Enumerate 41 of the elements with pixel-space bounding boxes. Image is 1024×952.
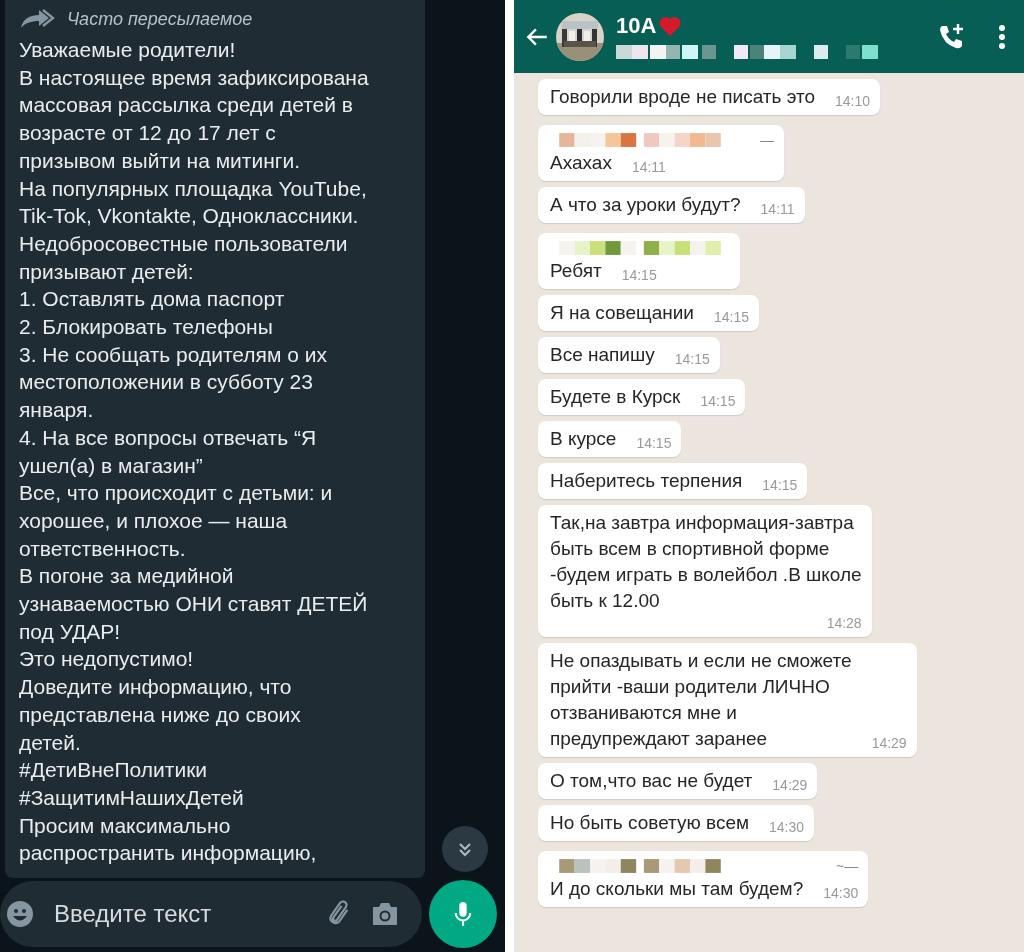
message-time: 14:11: [760, 200, 795, 218]
sender-mark: ~—: [836, 858, 859, 874]
message-text: О том,что вас не будет: [550, 769, 753, 793]
message-text: Все напишу: [550, 343, 655, 367]
message-time: 14:28: [825, 614, 862, 632]
message-text: Уважаемые родители! В настоящее время зафиксирована массовая рассылка среди детей в возрасте от 12 до 17 лет с призывом выйти на митинги. На популярных площадка YouTube, Tik-Tok, Vkontakte, Одноклассники. Недобросовестные пользователи призывают детей: 1. Оставлять дома паспорт 2. Блокировать телефоны 3. Не сообщать родителям о их местоположении в субботу 23 января. 4. На все вопросы отвечать “Я ушел(а) в магазин” Все, что происходит с детьми: и хорошее, и плохое — наша ответственность. В погоне за медийной узнаваемостью ОНИ ставят ДЕТЕЙ под УДАР! Это недопустимо! Доведите информацию, что представлена ниже до своих детей. #ДетиВнеПолитики #ЗащитимНашихДетей Просим максимально распространить информацию,: [19, 37, 370, 867]
menu-icon[interactable]: [998, 23, 1006, 50]
message-text: Так,на завтра информация-завтра быть всем в спортивной форме -будем играть в волейбол .В школе быть к 12.00: [550, 511, 862, 613]
message-time: 14:10: [835, 92, 871, 110]
sender-mark: —: [760, 132, 774, 148]
message-time: 14:30: [823, 884, 859, 902]
message-time: 14:15: [762, 476, 798, 494]
message-text: Ребят: [550, 259, 602, 283]
message-time: 14:15: [714, 308, 750, 326]
scroll-down-button[interactable]: [442, 826, 488, 872]
message-text: Ахахах: [550, 151, 612, 175]
forwarded-label: Часто пересылаемое: [67, 8, 253, 30]
message-text: Наберитесь терпения: [550, 469, 743, 493]
message-text: Я на совещании: [550, 301, 694, 325]
emoji-icon[interactable]: [6, 900, 34, 928]
message-time: 14:11: [631, 158, 666, 176]
message-text: В курсе: [550, 427, 617, 451]
camera-icon[interactable]: [370, 901, 400, 927]
message-time: 14:30: [769, 818, 805, 836]
message-text: Будете в Курск: [550, 385, 681, 409]
message-time: 14:29: [871, 734, 907, 752]
message-time: 14:15: [636, 434, 672, 452]
message-time: 14:15: [674, 350, 710, 368]
message-time: 14:29: [772, 776, 808, 794]
message-time: 14:15: [700, 392, 736, 410]
chat-title: 10А: [616, 12, 657, 39]
input-bar[interactable]: Введите текст: [0, 881, 422, 947]
message-text: Но быть советую всем: [550, 811, 750, 835]
message-text: Говорили вроде не писать это: [550, 85, 816, 109]
message-text: И до скольки мы там будем?: [550, 877, 804, 901]
message-input-field[interactable]: Введите текст: [52, 899, 312, 929]
message-time: 14:15: [621, 266, 657, 284]
message-text: А что за уроки будут?: [550, 193, 741, 217]
microphone-icon: [452, 900, 474, 928]
heart-icon: [658, 14, 683, 37]
message-text: Не опаздывать и если не сможете прийти -ваши родители ЛИЧНО отзваниваются мне и предупреждают заранее: [550, 649, 852, 751]
